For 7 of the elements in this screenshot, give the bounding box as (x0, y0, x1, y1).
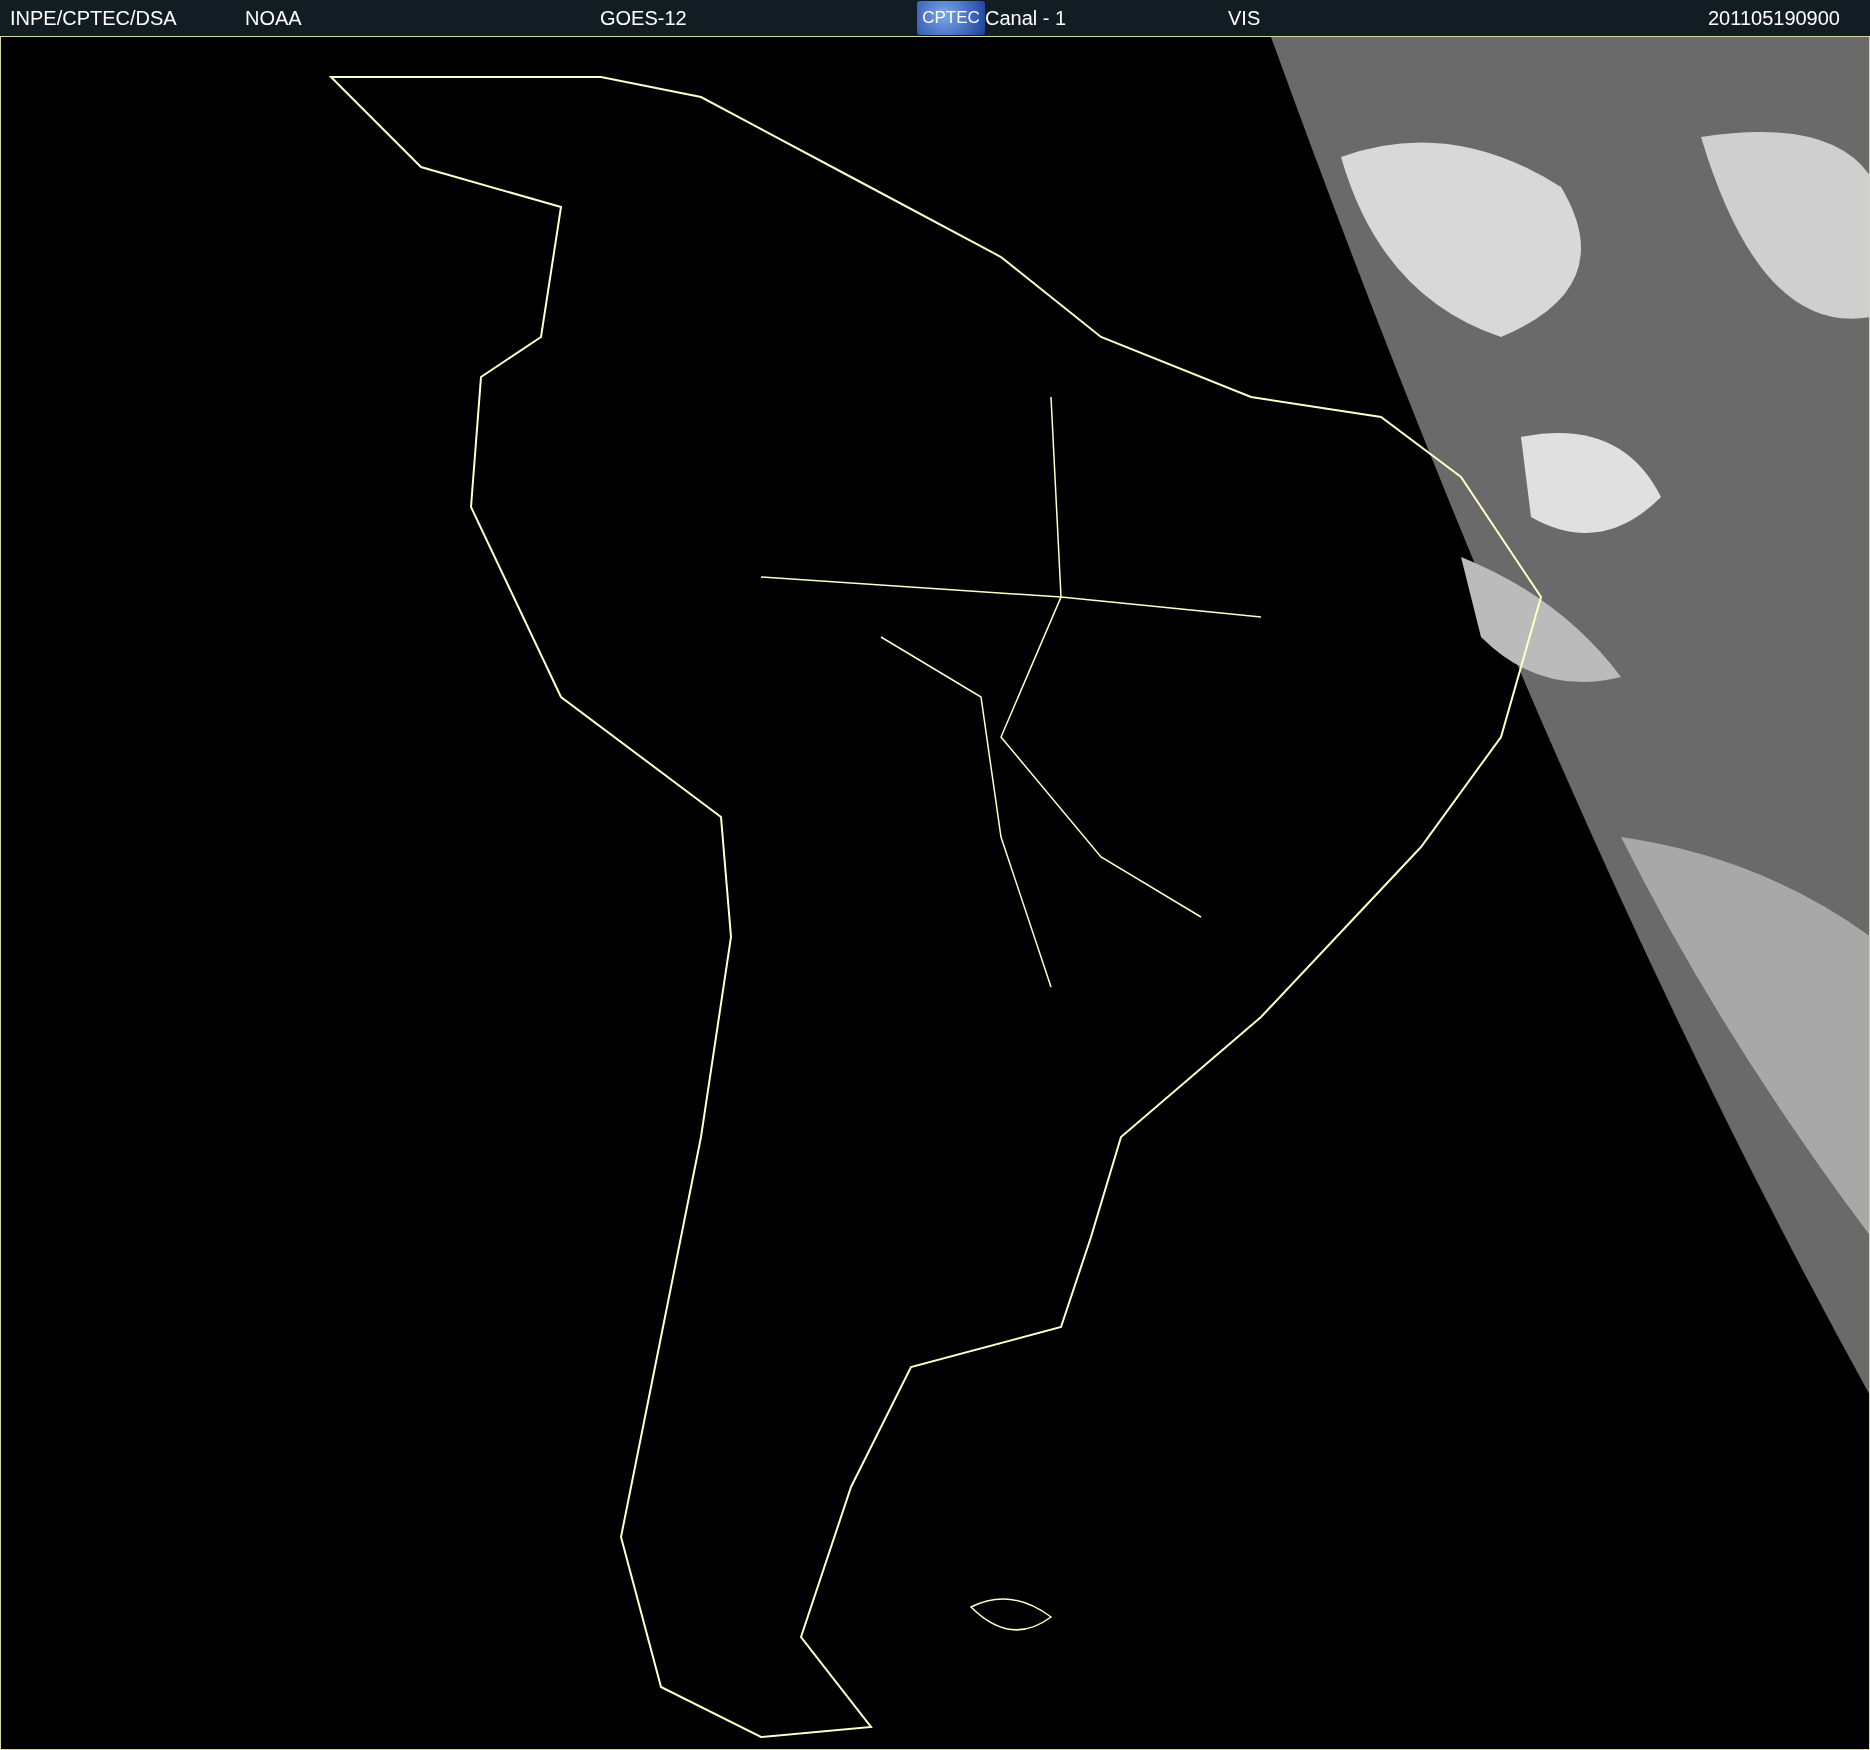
satellite-label: GOES-12 (600, 6, 687, 30)
agency-label: NOAA (245, 6, 302, 30)
source-label: INPE/CPTEC/DSA (10, 6, 177, 30)
logo: CPTEC (917, 1, 985, 35)
timestamp-label: 201105190900 (1708, 6, 1840, 30)
channel-label: Canal - 1 (985, 6, 1067, 30)
band-label: VIS (1228, 6, 1261, 30)
